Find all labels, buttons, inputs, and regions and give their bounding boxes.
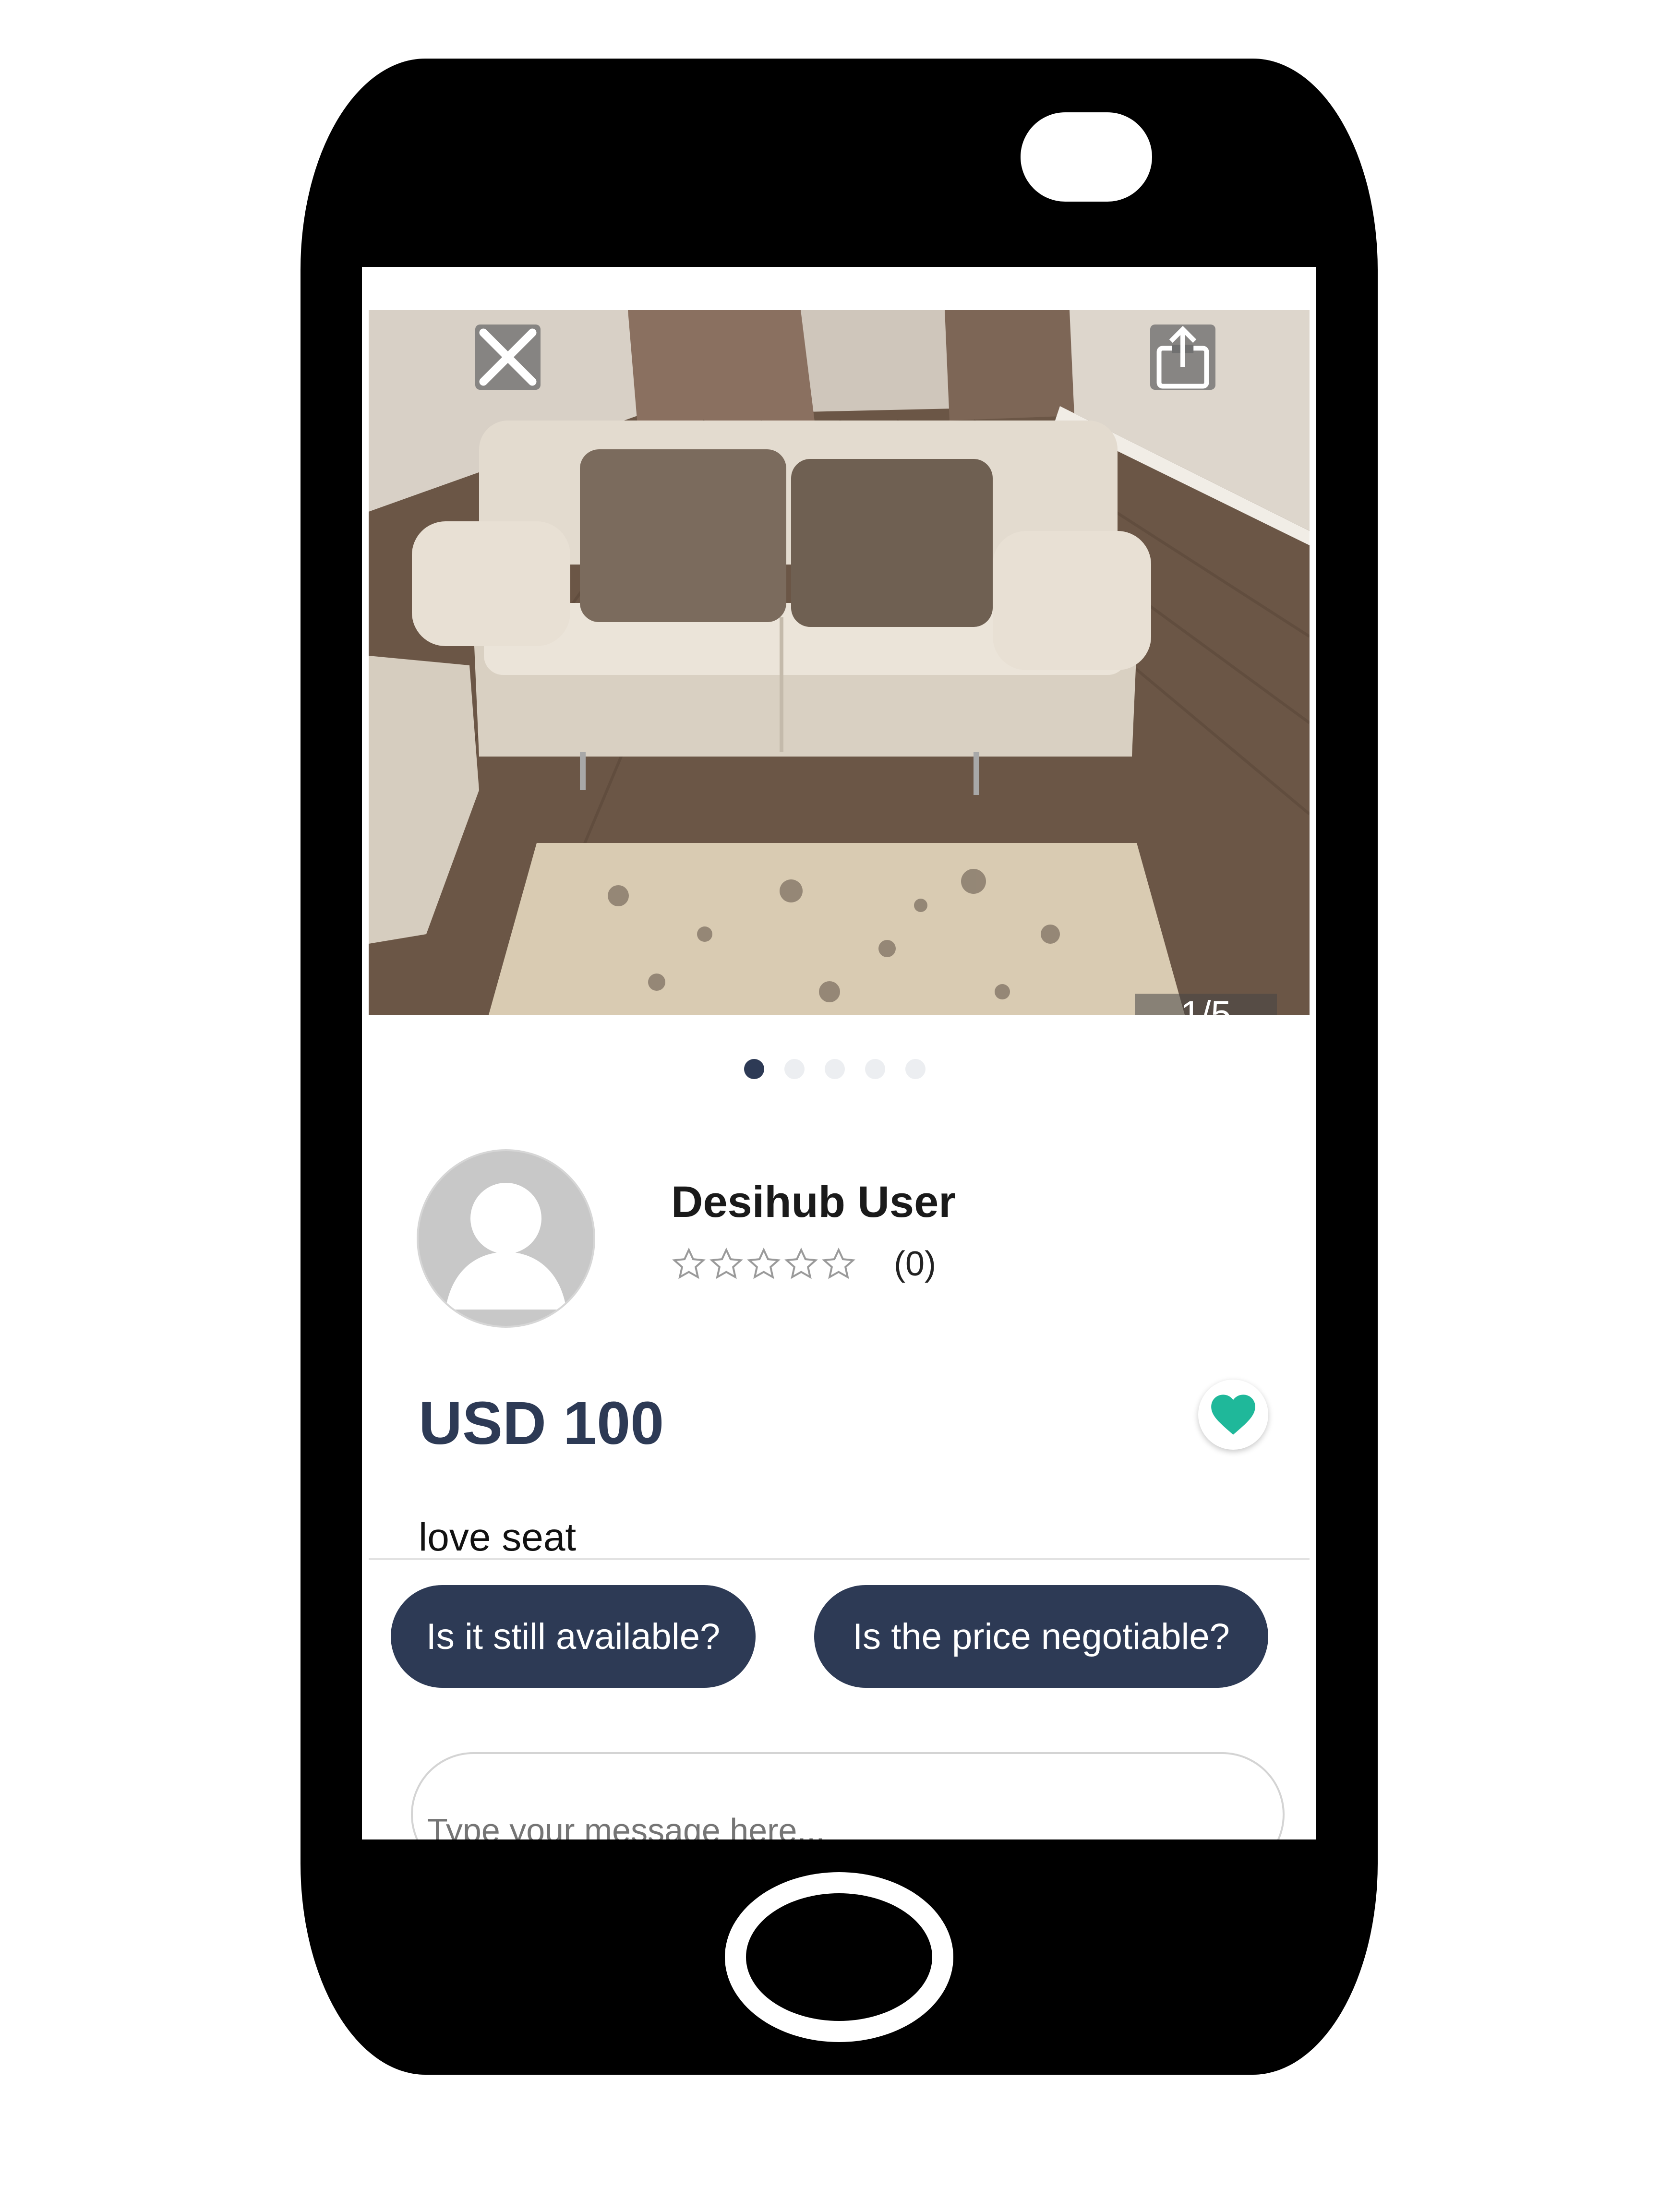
avatar[interactable] [419,1151,593,1326]
review-count: (0) [894,1245,936,1283]
favorite-button[interactable] [1198,1380,1268,1450]
listing-title: love seat [419,1515,577,1559]
heart-icon [1211,1395,1255,1435]
app-screen: 1/5 Desihub User (0) USD 100 love seat I… [362,267,1316,1839]
quick-reply-negotiable[interactable]: Is the price negotiable? [814,1585,1268,1688]
star-empty-icon [747,1247,781,1279]
sofa-photo-image [369,310,1310,1015]
carousel-dot[interactable] [905,1059,926,1079]
carousel-dot[interactable] [825,1059,845,1079]
chat-footer: Is it still available? Is the price nego… [369,1558,1310,1839]
seller-rating: (0) [671,1244,936,1284]
page: 1/5 Desihub User (0) USD 100 love seat I… [0,0,1659,2212]
star-empty-icon [784,1247,818,1279]
carousel-dot[interactable] [744,1059,764,1079]
star-empty-icon [822,1247,855,1279]
close-button[interactable] [475,325,541,390]
carousel-dots [744,1059,926,1079]
image-counter: 1/5 [1135,994,1277,1015]
phone-camera [1021,112,1152,202]
carousel-dot[interactable] [865,1059,885,1079]
star-empty-icon [709,1247,743,1279]
star-empty-icon [672,1247,706,1279]
carousel-dot[interactable] [784,1059,805,1079]
share-icon [1156,325,1209,389]
seller-name[interactable]: Desihub User [671,1177,956,1227]
close-icon [479,328,537,386]
listing-price: USD 100 [419,1389,664,1457]
message-input[interactable] [411,1752,1285,1839]
user-silhouette-icon [445,1183,566,1310]
rating-stars [671,1246,856,1282]
quick-reply-available[interactable]: Is it still available? [391,1585,756,1688]
phone-home-button[interactable] [725,1872,953,2042]
listing-photo[interactable]: 1/5 [369,310,1310,1015]
share-button[interactable] [1150,325,1215,390]
